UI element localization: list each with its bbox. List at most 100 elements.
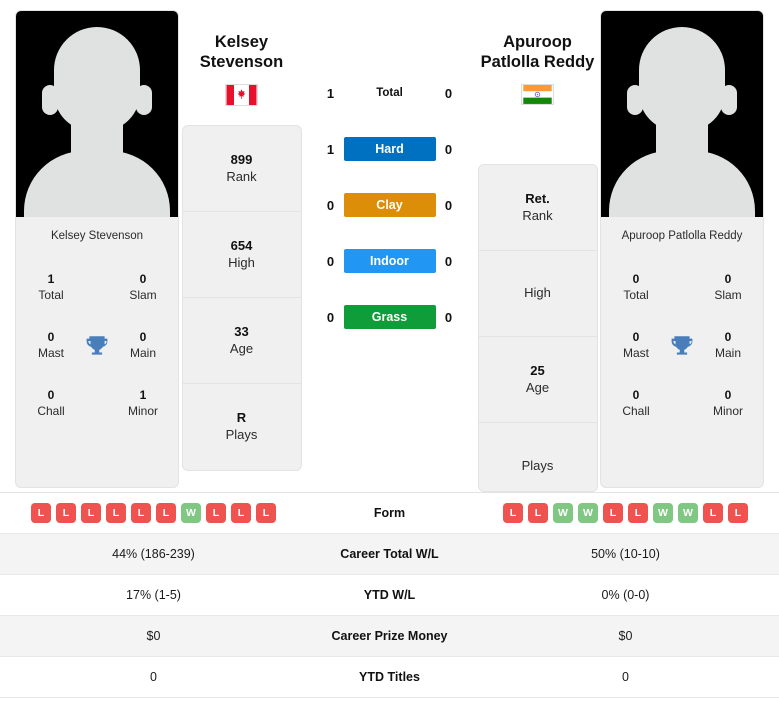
player-right-last-name: Patlolla Reddy: [480, 53, 595, 72]
table-row-form: LLLLLLWLLL Form LLWWLLWWLL: [0, 493, 779, 534]
form-badge: L: [31, 503, 51, 523]
rank-cell-high: High: [478, 251, 597, 338]
form-badge: L: [503, 503, 523, 523]
silhouette-body-icon: [24, 151, 170, 217]
titles-total-label: Total: [623, 287, 649, 302]
table-row-label: Career Total W/L: [340, 547, 439, 561]
titles-total-right: 0 Total: [611, 272, 661, 303]
form-badge: L: [703, 503, 723, 523]
surface-hard-bar[interactable]: Hard: [343, 137, 436, 161]
titles-main-value: 0: [139, 329, 147, 344]
table-row: 17% (1-5) YTD W/L 0% (0-0): [0, 575, 779, 616]
titles-main-value: 0: [724, 329, 732, 344]
player-comparison-page: Kelsey Stevenson 1 Total 0 Slam 0 Mast 0…: [0, 0, 779, 719]
plays-label: Plays: [521, 457, 554, 473]
titles-minor-value: 1: [139, 387, 147, 402]
titles-minor-left: 1 Minor: [118, 388, 168, 419]
titles-chall-left: 0 Chall: [26, 388, 76, 419]
plays-label: Plays: [225, 427, 258, 443]
titles-total-value: 0: [632, 271, 640, 286]
silhouette-body-icon: [609, 151, 755, 217]
table-cell-right: $0: [618, 629, 633, 643]
table-row-label: YTD Titles: [359, 670, 420, 684]
titles-mast-right: 0 Mast: [611, 330, 661, 361]
rank-cell-plays: Plays: [479, 423, 597, 491]
form-badge: W: [578, 503, 598, 523]
form-badge: L: [56, 503, 76, 523]
titles-row: 0 Total 0 Slam: [611, 259, 753, 317]
table-cell-right: 0: [622, 670, 629, 684]
silhouette-ear-right-icon: [136, 85, 152, 115]
rank-cell-age: 33 Age: [182, 298, 301, 385]
table-row: $0 Career Prize Money $0: [0, 616, 779, 657]
titles-chall-label: Chall: [37, 403, 65, 418]
form-left-badges: LLLLLLWLLL: [0, 503, 307, 523]
titles-main-label: Main: [129, 345, 156, 360]
titles-minor-right: 0 Minor: [703, 388, 753, 419]
table-cell-left: $0: [146, 629, 161, 643]
titles-minor-label: Minor: [712, 403, 743, 418]
form-badge: L: [156, 503, 176, 523]
surface-row-clay: 0 Clay 0: [315, 177, 465, 233]
surface-clay-left-score: 0: [326, 197, 335, 213]
titles-minor-value: 0: [724, 387, 732, 402]
age-value: 33: [234, 323, 249, 339]
titles-row: 0 Mast 0 Main: [26, 317, 168, 375]
player-left-name[interactable]: Kelsey Stevenson: [200, 32, 283, 72]
surface-clay-bar[interactable]: Clay: [343, 193, 436, 217]
surface-indoor-bar[interactable]: Indoor: [343, 249, 436, 273]
player-left-rank-card: 899 Rank 654 High 33 Age R Plays: [181, 125, 302, 472]
titles-slam-label: Slam: [714, 287, 742, 302]
trophy-icon: [671, 335, 693, 355]
india-flag-icon: [521, 84, 554, 106]
player-right-rank-card: Ret. Rank High 25 Age Plays: [477, 164, 598, 492]
table-cell-right: 50% (10-10): [591, 547, 660, 561]
form-badge: L: [256, 503, 276, 523]
table-row-label: Career Prize Money: [331, 629, 448, 643]
titles-row: 0 Mast 0 Main: [611, 317, 753, 375]
age-label: Age: [229, 340, 254, 356]
surface-grass-bar[interactable]: Grass: [343, 305, 436, 329]
surface-indoor-left-score: 0: [326, 253, 335, 269]
surface-comparison-column: 1 Total 0 1 Hard 0 0 Clay 0 0 Indoor 0 0: [304, 10, 475, 492]
titles-total-left: 1 Total: [26, 272, 76, 303]
table-cell-left: 44% (186-239): [112, 547, 195, 561]
form-badge: L: [528, 503, 548, 523]
form-badge: W: [553, 503, 573, 523]
silhouette-ear-left-icon: [42, 85, 58, 115]
age-value: 25: [530, 362, 545, 378]
comparison-header: Kelsey Stevenson 1 Total 0 Slam 0 Mast 0…: [0, 0, 779, 492]
rank-value: 899: [230, 151, 253, 167]
titles-slam-right: 0 Slam: [703, 272, 753, 303]
player-right-photo-caption: Apuroop Patlolla Reddy: [621, 230, 743, 242]
titles-mast-label: Mast: [622, 345, 649, 360]
titles-mast-left: 0 Mast: [26, 330, 76, 361]
player-right-name[interactable]: Apuroop Patlolla Reddy: [481, 32, 595, 72]
rank-cell-rank: Ret. Rank: [478, 165, 597, 252]
player-right-avatar: [601, 11, 763, 217]
age-label: Age: [525, 379, 550, 395]
player-right-titles-grid: 0 Total 0 Slam 0 Mast 0 Main 0 Chall 0 M…: [601, 255, 763, 443]
silhouette-ear-right-icon: [721, 85, 737, 115]
rank-label: Rank: [522, 207, 553, 223]
high-label: High: [524, 285, 551, 301]
titles-chall-value: 0: [632, 387, 640, 402]
form-badge: L: [728, 503, 748, 523]
plays-value: R: [236, 410, 247, 426]
titles-total-value: 1: [47, 271, 55, 286]
player-left-last-name: Stevenson: [199, 53, 284, 72]
form-badge: L: [206, 503, 226, 523]
table-cell-right: 0% (0-0): [601, 588, 650, 602]
titles-row: 0 Chall 1 Minor: [26, 375, 168, 433]
table-row-label: YTD W/L: [363, 588, 416, 602]
titles-mast-value: 0: [632, 329, 640, 344]
rank-cell-rank: 899 Rank: [182, 126, 301, 213]
player-left-photo-card: Kelsey Stevenson 1 Total 0 Slam 0 Mast 0…: [15, 10, 179, 488]
rank-value: Ret.: [525, 190, 550, 206]
titles-row: 1 Total 0 Slam: [26, 259, 168, 317]
surface-clay-right-score: 0: [444, 197, 453, 213]
rank-cell-plays: R Plays: [183, 384, 301, 470]
high-label: High: [228, 254, 255, 270]
canada-flag-icon: [225, 84, 258, 107]
form-badge: L: [628, 503, 648, 523]
